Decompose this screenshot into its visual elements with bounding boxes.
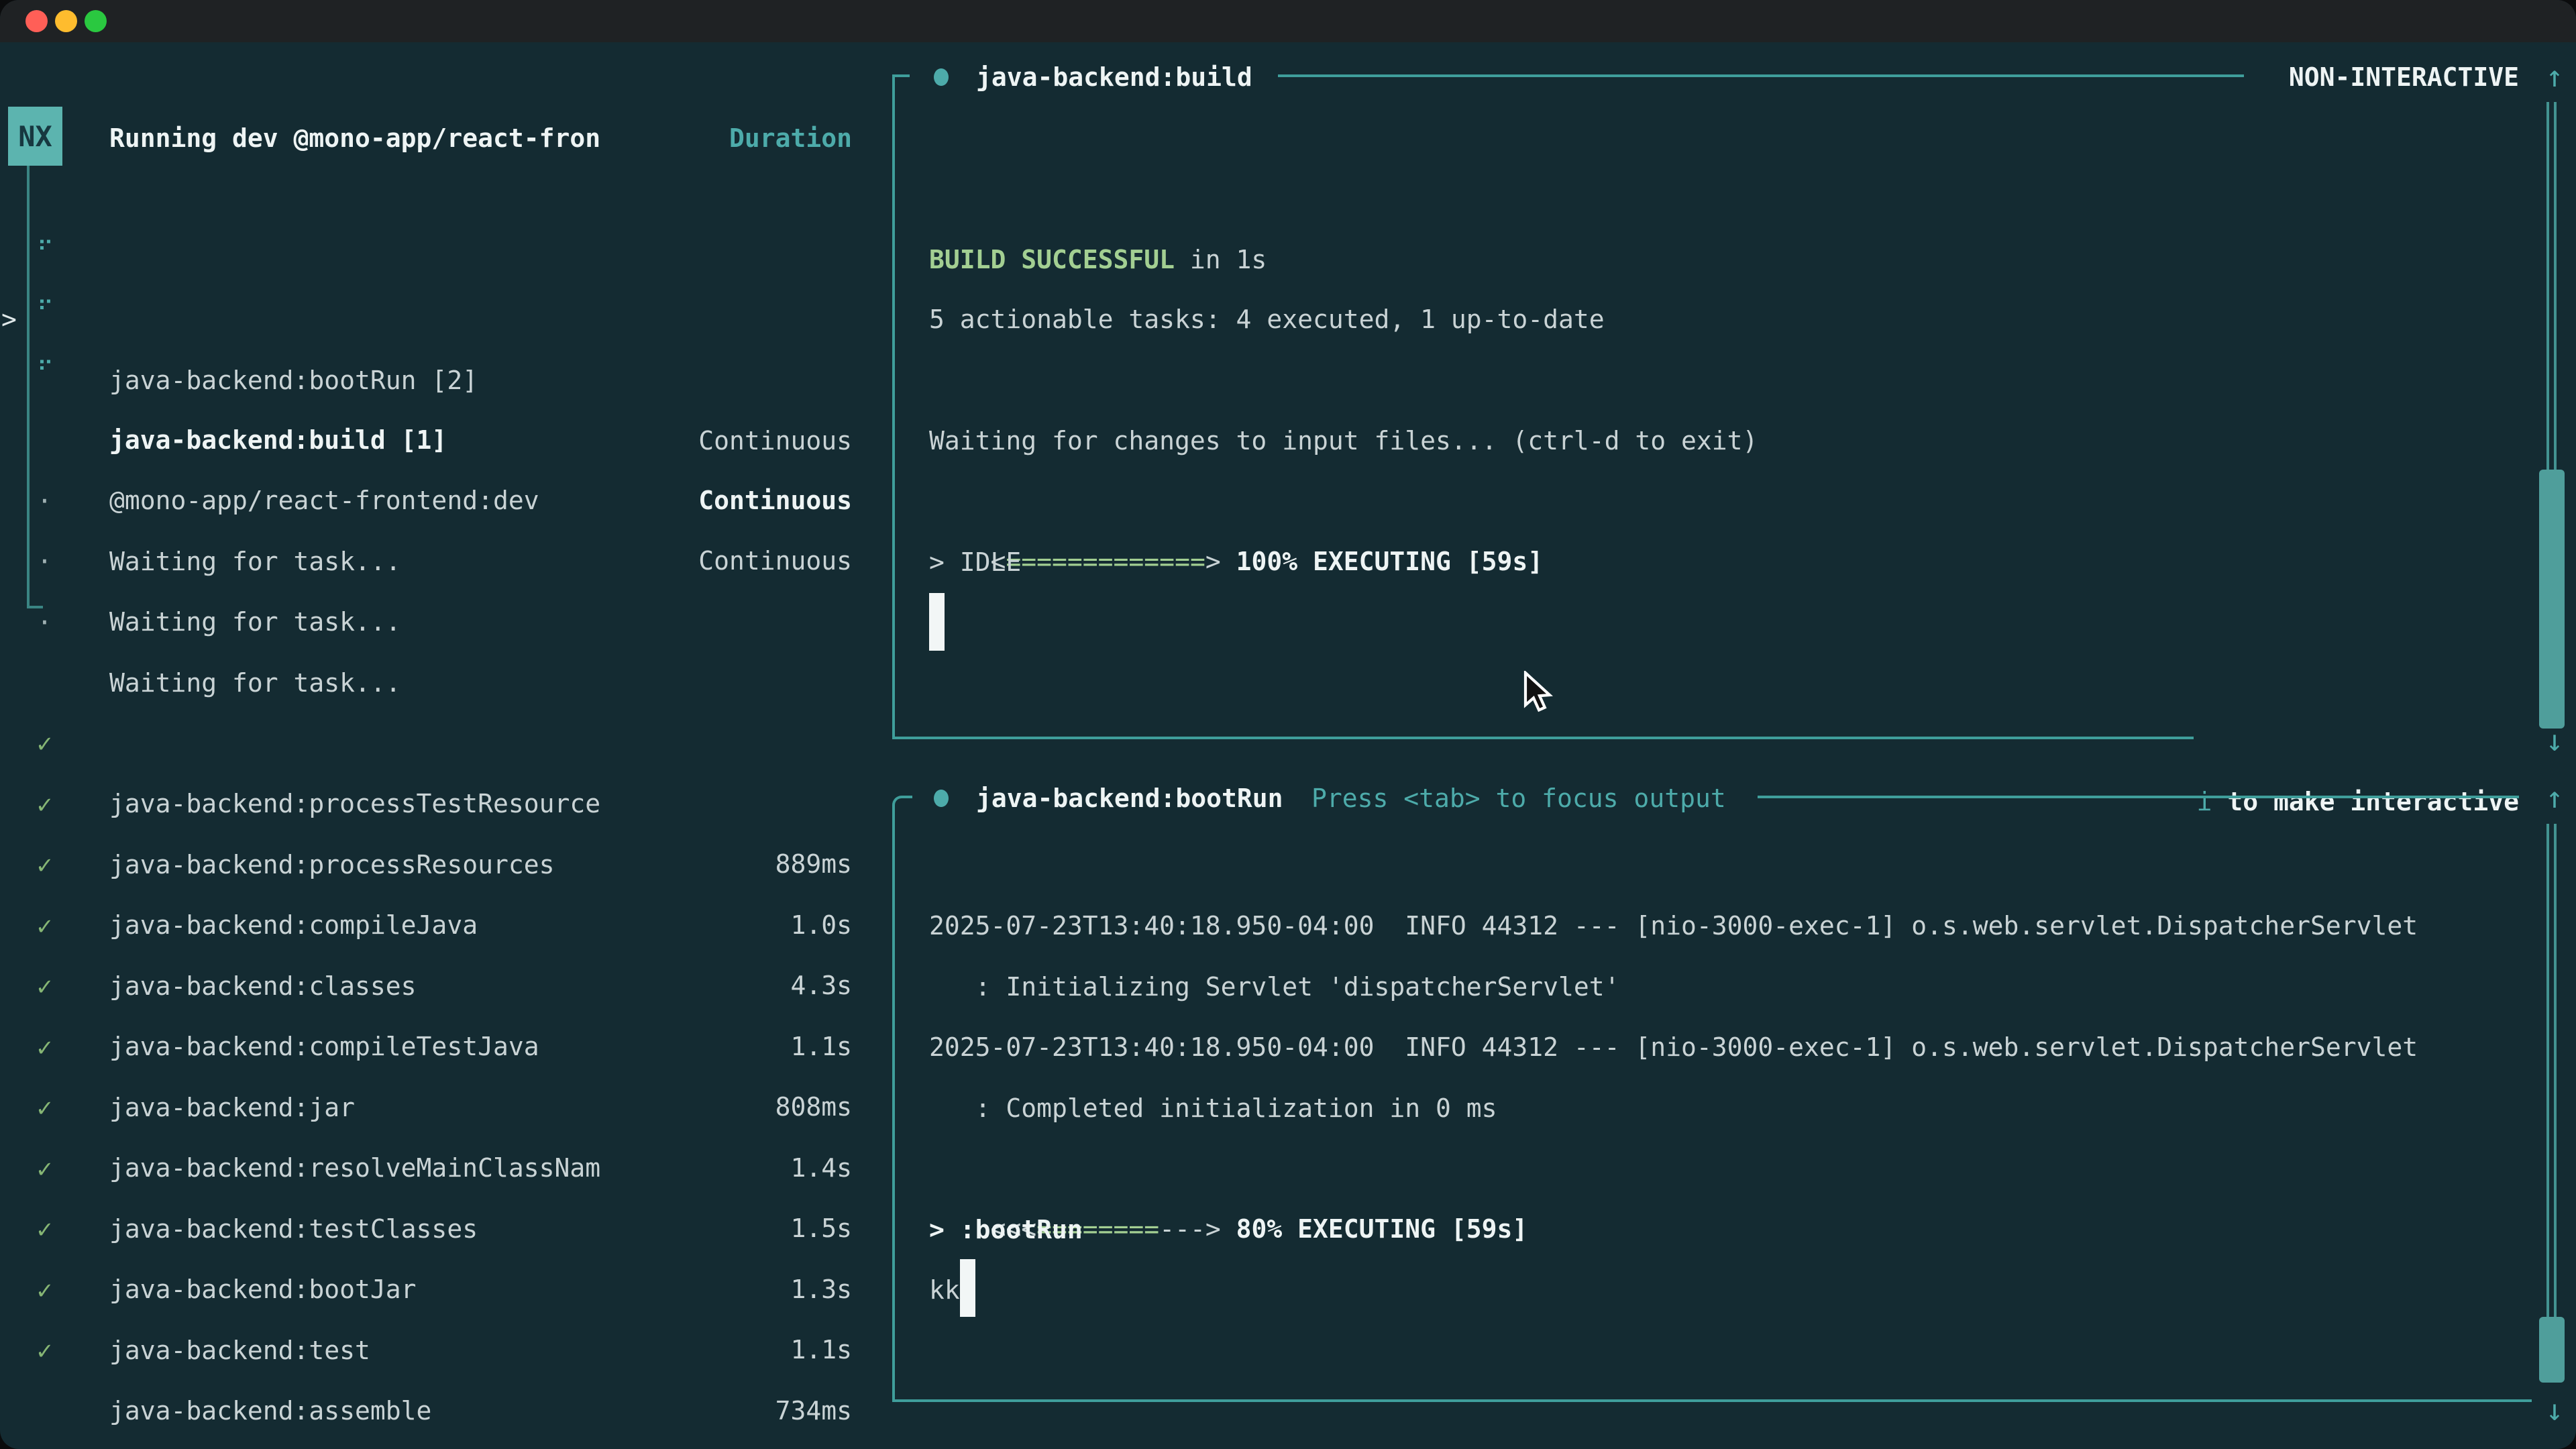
spinner-icon: ⠋ [37, 280, 54, 340]
build-scroll-up-icon[interactable]: ↑ [2540, 47, 2569, 107]
completed-task-row[interactable]: ✓ java-backend:processTestResource 889ms [0, 653, 870, 713]
waiting-label: Waiting for task... [109, 592, 401, 652]
zoom-button[interactable] [85, 10, 107, 32]
waiting-task-row: · Waiting for task... [0, 532, 870, 592]
build-progress-line: <=============> 100% EXECUTING [59s] [929, 471, 1543, 531]
spinner-icon: ⠋ [37, 220, 54, 280]
log-line: : Initializing Servlet 'dispatcherServle… [929, 957, 1620, 1017]
bootrun-panel-top-border [1758, 796, 2519, 798]
waiting-task-row: · Waiting for task... [0, 471, 870, 531]
completed-task-row[interactable]: ✓ java-backend:processResources 1.0s [0, 714, 870, 774]
terminal-window: NX Running dev @mono-app/react-fron Dura… [0, 0, 2576, 1449]
log-line: : Completed initialization in 0 ms [929, 1078, 1497, 1138]
build-waiting-line: Waiting for changes to input files... (c… [929, 411, 1758, 471]
progress-bar-fill: ============= [1006, 547, 1205, 576]
bullet-icon: · [37, 592, 52, 653]
build-panel-top-border [1278, 74, 2244, 77]
close-button[interactable] [25, 10, 48, 32]
mouse-cursor [1521, 671, 1562, 715]
completed-task-row[interactable]: ✓ java-backend:bootJar 1.1s [0, 1138, 870, 1199]
completed-task-row[interactable]: ✓ java-backend:jar 1.4s [0, 957, 870, 1017]
task-row-bootrun[interactable]: ⠋ java-backend:bootRun [2] Continuous [0, 229, 870, 290]
bootrun-scroll-up-icon[interactable]: ↑ [2540, 768, 2569, 828]
duration-column-header: Duration [604, 108, 852, 168]
bootrun-panel-status-dot [934, 790, 949, 807]
task-label: java-backend:test [109, 1320, 370, 1381]
bootrun-terminal-cursor [960, 1259, 975, 1317]
build-idle-line: > IDLE [929, 532, 1021, 592]
minimize-button[interactable] [55, 10, 77, 32]
build-tasks-line: 5 actionable tasks: 4 executed, 1 up-to-… [929, 289, 1605, 350]
completed-task-row[interactable]: ✓ java-backend:compileTestJava 808ms [0, 896, 870, 956]
log-line: 2025-07-23T13:40:18.950-04:00 INFO 44312… [929, 896, 2418, 956]
completed-task-row[interactable]: ✓ java-backend:resolveMainClassNam 1.5s [0, 1017, 870, 1077]
progress-label: 80% EXECUTING [59s] [1221, 1214, 1528, 1244]
interactive-hint-text: to make interactive [2212, 787, 2519, 816]
build-successful-text: BUILD SUCCESSFUL [929, 245, 1175, 274]
build-panel-title[interactable]: java-backend:build [976, 47, 1252, 107]
waiting-task-row: · Waiting for task... [0, 411, 870, 471]
build-panel-left-border [892, 74, 895, 739]
bootrun-input-text[interactable]: kk [929, 1260, 960, 1320]
nx-logo: NX [8, 107, 62, 166]
task-label: java-backend:assemble [109, 1381, 431, 1441]
bootrun-panel-bottom-border [892, 1399, 2532, 1402]
completed-task-row[interactable]: ✓ java-backend:assemble 774ms [0, 1260, 870, 1320]
interactive-hint-key: i [2197, 787, 2212, 816]
bootrun-panel-left-border [892, 805, 895, 1402]
build-terminal-cursor [929, 593, 945, 651]
progress-label: 100% EXECUTING [59s] [1221, 547, 1543, 576]
bootrun-panel-corner [892, 796, 912, 816]
build-panel-status-dot [934, 68, 949, 86]
completed-task-row[interactable]: ✓ java-backend:test 734ms [0, 1199, 870, 1260]
title-bar [0, 0, 2576, 42]
build-scrollbar-track[interactable] [2546, 102, 2557, 470]
spinner-icon: ⠋ [37, 340, 54, 400]
task-list-title: Running dev @mono-app/react-fron [109, 108, 600, 168]
pagination: ← 1/2 → [19, 1376, 142, 1436]
interactive-hint: i to make interactive [2012, 711, 2519, 771]
task-row-frontend-dev[interactable]: ⠋ @mono-app/react-frontend:dev Continuou… [0, 350, 870, 410]
bootrun-panel-title[interactable]: java-backend:bootRun [976, 768, 1283, 828]
bootrun-scroll-down-icon[interactable]: ↓ [2540, 1381, 2569, 1441]
completed-task-row[interactable]: ✓ java-backend:testClasses 1.3s [0, 1078, 870, 1138]
bootrun-scrollbar-thumb[interactable] [2539, 1317, 2565, 1383]
completed-task-row[interactable]: ✓ java-backend:compileJava 4.3s [0, 774, 870, 835]
build-scrollbar-thumb[interactable] [2539, 470, 2565, 729]
build-panel-bottom-border [892, 737, 2194, 739]
bootrun-progress-line: <<<========---> 80% EXECUTING [59s] [929, 1138, 1527, 1199]
keyboard-hints: quit: q help: ? [537, 1376, 852, 1436]
task-row-build-selected[interactable]: ⠋ java-backend:build [1] Continuous [0, 289, 870, 350]
bootrun-scrollbar-track[interactable] [2546, 824, 2557, 1317]
log-line: 2025-07-23T13:40:18.950-04:00 INFO 44312… [929, 1017, 2418, 1077]
check-icon: ✓ [37, 1320, 52, 1381]
bootrun-command-line: > :bootRun [929, 1199, 1083, 1260]
task-duration: 1.1s [604, 1320, 852, 1380]
build-success-line: BUILD SUCCESSFUL in 1s [929, 229, 1267, 290]
build-panel-mode-label: NON-INTERACTIVE [2214, 47, 2519, 107]
build-scroll-down-icon[interactable]: ↓ [2540, 711, 2569, 771]
bootrun-focus-hint: Press <tab> to focus output [1311, 768, 1726, 828]
completed-task-row[interactable]: ✓ java-backend:classes 1.1s [0, 835, 870, 896]
